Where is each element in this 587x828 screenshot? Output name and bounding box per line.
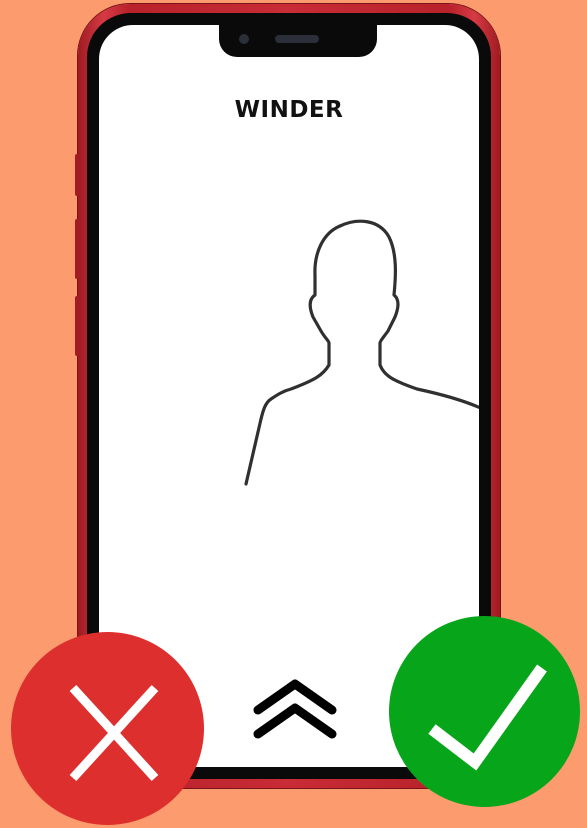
checkmark-icon bbox=[428, 664, 547, 771]
accept-call-button[interactable] bbox=[389, 616, 580, 807]
volume-down-button bbox=[75, 296, 80, 356]
notch bbox=[219, 25, 377, 57]
caller-name: WINDER bbox=[234, 97, 344, 123]
person-silhouette-icon bbox=[244, 219, 479, 486]
front-camera-icon bbox=[239, 34, 249, 44]
volume-up-button bbox=[75, 219, 80, 279]
mute-switch bbox=[75, 154, 80, 196]
speaker-grille bbox=[275, 35, 319, 43]
double-chevron-up-icon[interactable] bbox=[250, 676, 340, 742]
decline-call-button[interactable] bbox=[11, 632, 204, 825]
x-icon bbox=[69, 684, 159, 782]
